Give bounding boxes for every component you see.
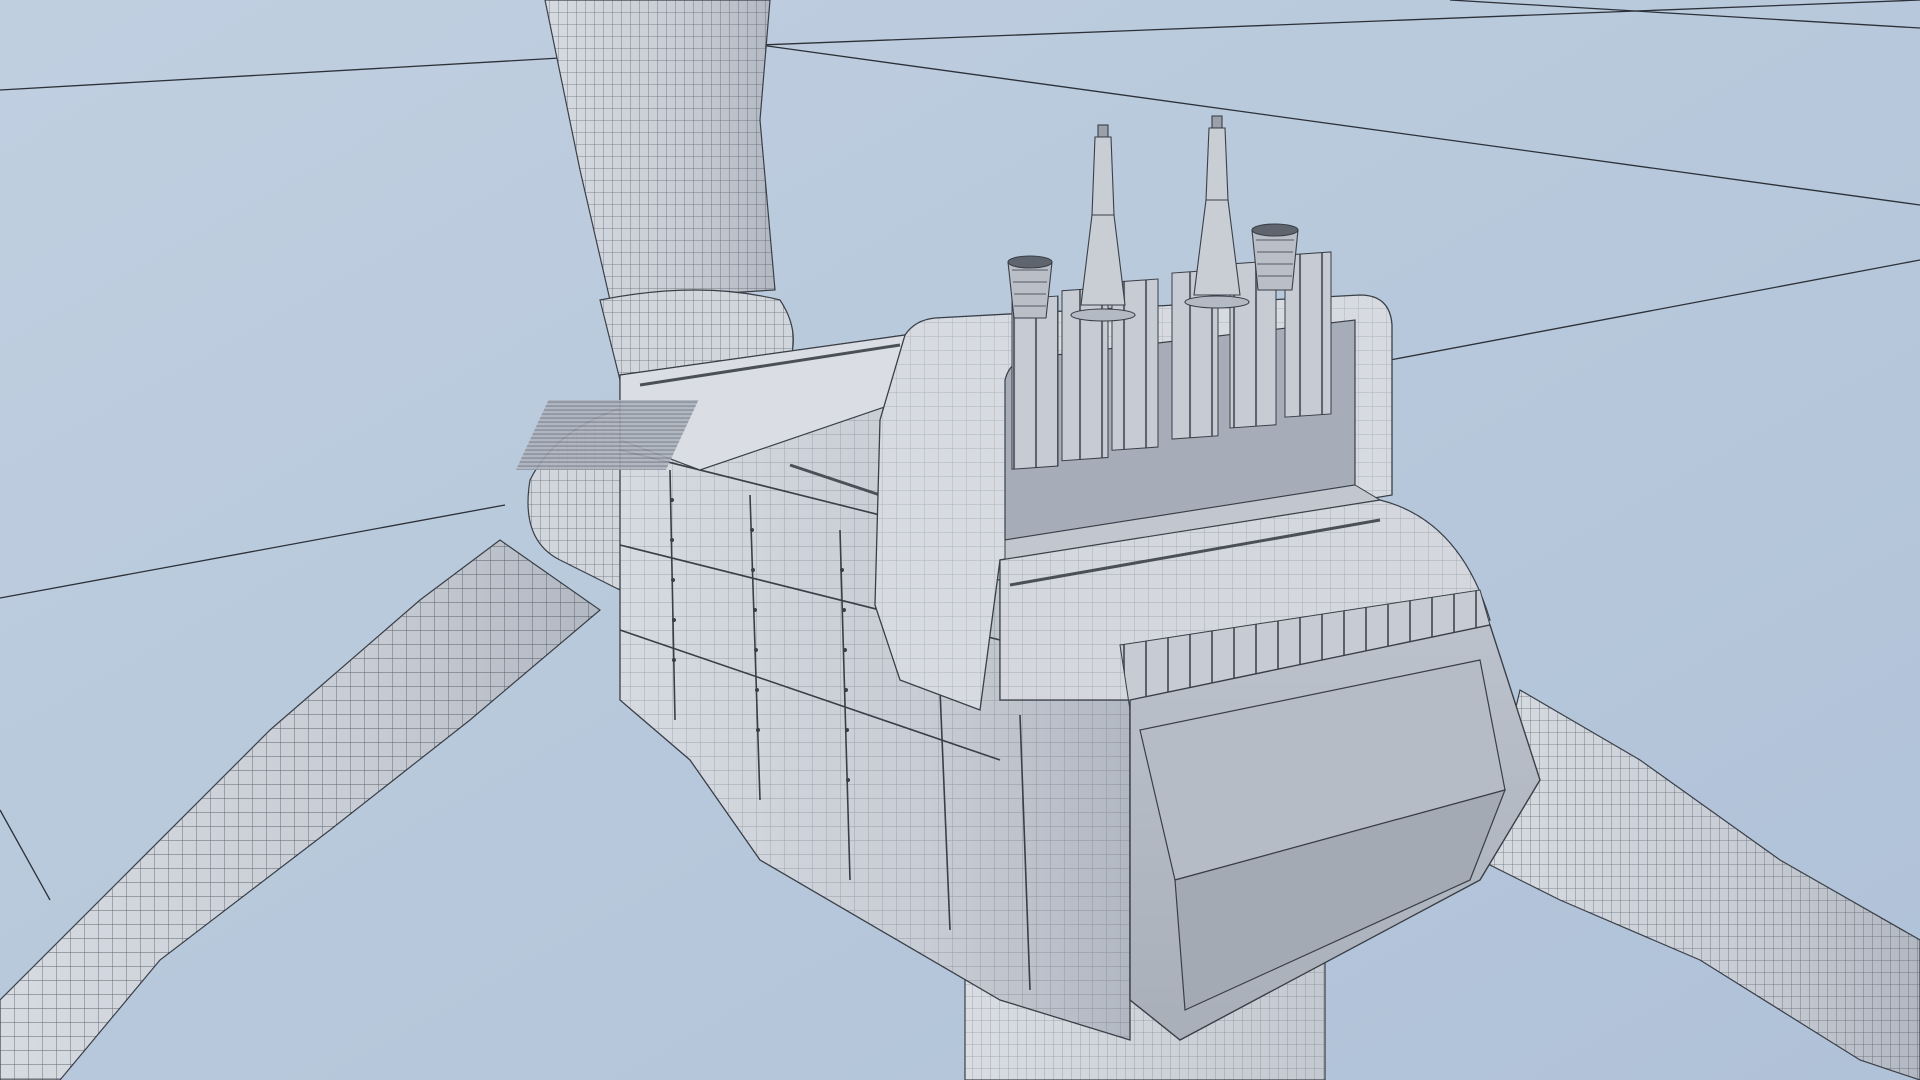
exhaust-cone-right-icon bbox=[1251, 223, 1299, 291]
exhaust-cone-left-icon bbox=[1007, 255, 1053, 319]
wind-turbine-render bbox=[0, 0, 1920, 1080]
